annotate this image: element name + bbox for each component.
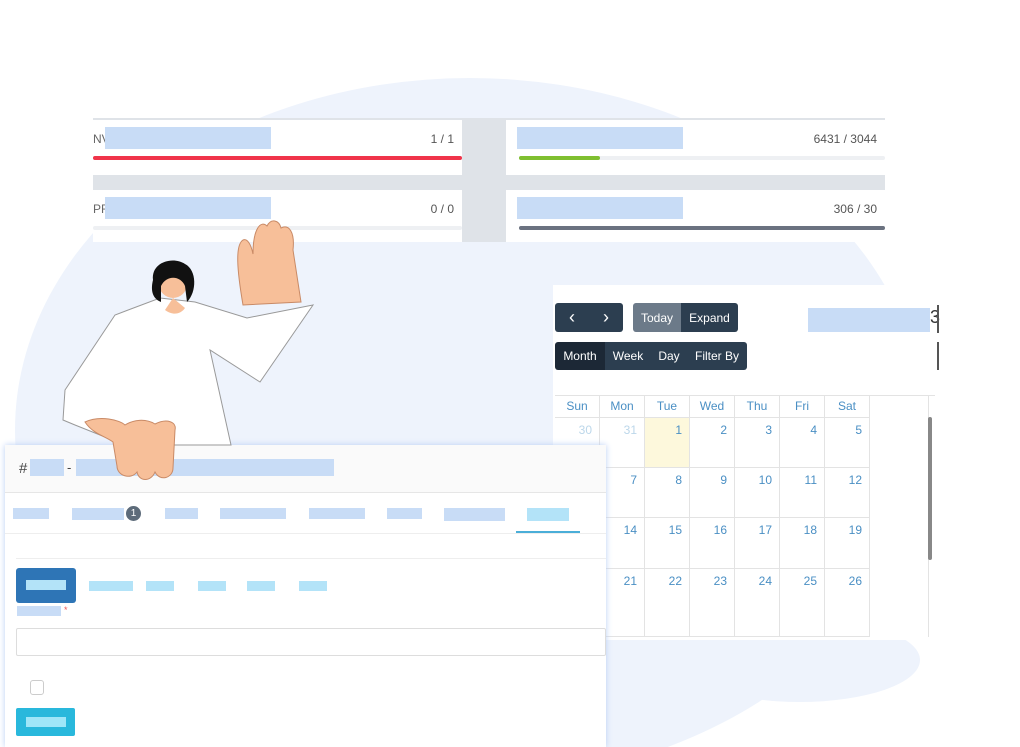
stat-card[interactable]: 6431 / 3044 <box>506 120 885 175</box>
option-link[interactable] <box>198 581 226 591</box>
text-input[interactable] <box>16 628 606 656</box>
day-cell[interactable]: 26 <box>825 569 870 637</box>
scrollbar[interactable] <box>928 417 932 560</box>
day-cell[interactable]: 11 <box>780 468 825 518</box>
primary-toggle-button[interactable] <box>16 568 76 603</box>
tab[interactable] <box>165 508 198 519</box>
progress-bar <box>519 156 885 160</box>
option-link[interactable] <box>247 581 275 591</box>
day-cell[interactable]: 17 <box>735 518 780 569</box>
tab[interactable] <box>444 508 505 521</box>
day-cell[interactable]: 12 <box>825 468 870 518</box>
submit-button[interactable] <box>16 708 75 736</box>
day-cell[interactable]: 23 <box>690 569 735 637</box>
day-cell[interactable]: 1 <box>645 418 690 468</box>
button-label <box>26 580 66 590</box>
tab[interactable] <box>387 508 422 519</box>
tab[interactable] <box>220 508 286 519</box>
filter-by-button[interactable]: Filter By <box>687 342 747 370</box>
stat-card[interactable]: NV 1 / 1 <box>93 120 462 175</box>
card-title <box>517 127 683 149</box>
view-month[interactable]: Month <box>555 342 605 370</box>
day-cell[interactable]: 7 <box>600 468 645 518</box>
day-cell[interactable]: 4 <box>780 418 825 468</box>
weekday-header: Thu <box>735 396 780 418</box>
record-hash: # <box>19 460 28 477</box>
day-cell[interactable]: 25 <box>780 569 825 637</box>
day-cell[interactable]: 21 <box>600 569 645 637</box>
weekday-header: Sun <box>555 396 600 418</box>
waving-person-illustration <box>62 220 315 480</box>
tab-active[interactable] <box>527 508 569 521</box>
divider <box>937 305 939 333</box>
card-value: 6431 / 3044 <box>813 132 877 146</box>
option-link[interactable] <box>299 581 327 591</box>
option-link[interactable] <box>146 581 174 591</box>
tab-badge: 1 <box>126 506 141 521</box>
checkbox[interactable] <box>30 680 44 695</box>
chevron-right-icon[interactable]: › <box>589 307 623 328</box>
required-marker: * <box>64 605 68 615</box>
day-cell[interactable]: 31 <box>600 418 645 468</box>
expand-button[interactable]: Expand <box>681 303 738 332</box>
nav-button-group: ‹ › <box>555 303 623 332</box>
month-grid: Sun Mon Tue Wed Thu Fri Sat 30 31 1 2 3 4 5 7 8 9 10 11 12 1… <box>555 395 935 637</box>
day-cell[interactable]: 3 <box>735 418 780 468</box>
day-cell[interactable]: 15 <box>645 518 690 569</box>
divider <box>16 558 606 559</box>
day-cell[interactable]: 16 <box>690 518 735 569</box>
day-cell[interactable]: 5 <box>825 418 870 468</box>
card-value: 1 / 1 <box>430 132 454 146</box>
option-link[interactable] <box>89 581 133 591</box>
button-label <box>26 717 66 727</box>
card-value: 0 / 0 <box>430 202 454 216</box>
weekday-header: Mon <box>600 396 645 418</box>
divider <box>937 342 939 370</box>
divider <box>5 533 606 534</box>
weekday-header: Tue <box>645 396 690 418</box>
calendar-title <box>808 308 930 332</box>
card-value: 306 / 30 <box>833 202 877 216</box>
stat-card[interactable]: 306 / 30 <box>506 190 885 242</box>
day-cell[interactable]: 2 <box>690 418 735 468</box>
view-week[interactable]: Week <box>605 342 651 370</box>
field-label <box>17 606 61 616</box>
calendar-panel: ‹ › Today Expand 3 Month Week Day Filter… <box>553 285 940 640</box>
progress-bar <box>93 156 462 160</box>
chevron-left-icon[interactable]: ‹ <box>555 307 589 328</box>
today-button[interactable]: Today <box>633 303 681 332</box>
tab[interactable] <box>72 508 124 520</box>
card-title <box>517 197 683 219</box>
day-cell[interactable]: 18 <box>780 518 825 569</box>
view-day[interactable]: Day <box>651 342 687 370</box>
weekday-header: Sat <box>825 396 870 418</box>
tab[interactable] <box>13 508 49 519</box>
day-cell[interactable]: 10 <box>735 468 780 518</box>
day-cell[interactable]: 19 <box>825 518 870 569</box>
tab[interactable] <box>309 508 365 519</box>
day-cell[interactable]: 9 <box>690 468 735 518</box>
day-cell[interactable]: 24 <box>735 569 780 637</box>
progress-bar <box>519 226 885 230</box>
form-panel: # - 1 * <box>5 445 606 747</box>
day-cell[interactable]: 22 <box>645 569 690 637</box>
weekday-header: Wed <box>690 396 735 418</box>
weekday-header: Fri <box>780 396 825 418</box>
card-title <box>105 127 271 149</box>
day-cell[interactable]: 8 <box>645 468 690 518</box>
day-cell[interactable]: 14 <box>600 518 645 569</box>
